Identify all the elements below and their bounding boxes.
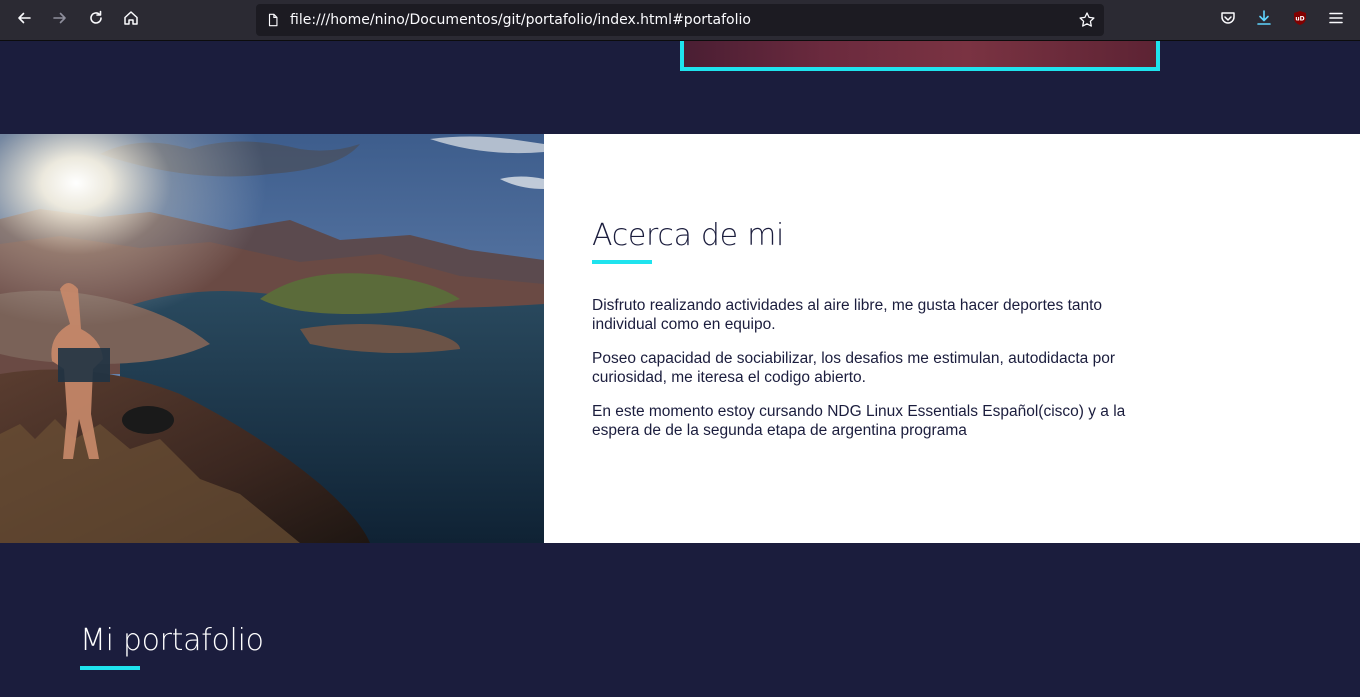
portfolio-title: Mi portafolio: [80, 623, 264, 658]
back-button[interactable]: [10, 6, 38, 34]
landscape-photo: [0, 134, 544, 543]
page-content: Acerca de mi Disfruto realizando activid…: [0, 41, 1360, 697]
page-icon: [264, 11, 282, 29]
home-icon: [122, 9, 140, 31]
reload-icon: [87, 9, 105, 31]
about-title-underline: [592, 260, 652, 264]
star-icon[interactable]: [1076, 9, 1098, 31]
reload-button[interactable]: [82, 6, 110, 34]
download-icon: [1255, 9, 1273, 31]
hamburger-menu-icon: [1327, 9, 1345, 31]
ublock-badge-text: uD: [1295, 16, 1304, 23]
about-title: Acerca de mi: [592, 218, 785, 253]
ublock-origin-icon: uD: [1291, 9, 1309, 31]
forward-arrow-icon: [51, 9, 69, 31]
downloads-button[interactable]: [1250, 6, 1278, 34]
menu-button[interactable]: [1322, 6, 1350, 34]
home-button[interactable]: [117, 6, 145, 34]
url-text[interactable]: file:///home/nino/Documentos/git/portafo…: [290, 4, 751, 36]
browser-toolbar: file:///home/nino/Documentos/git/portafo…: [0, 0, 1360, 41]
url-bar[interactable]: file:///home/nino/Documentos/git/portafo…: [256, 4, 1104, 36]
ublock-origin-button[interactable]: uD: [1286, 6, 1314, 34]
about-photo: [0, 134, 544, 543]
pocket-button[interactable]: [1214, 6, 1242, 34]
about-paragraph: Poseo capacidad de sociabilizar, los des…: [592, 350, 1116, 386]
back-arrow-icon: [15, 9, 33, 31]
portfolio-title-underline: [80, 666, 140, 670]
forward-button[interactable]: [46, 6, 74, 34]
about-paragraph: Disfruto realizando actividades al aire …: [592, 297, 1103, 333]
hero-photo-frame: [680, 41, 1160, 71]
about-paragraphs: Disfruto realizando actividades al aire …: [592, 296, 1152, 440]
about-section: Acerca de mi Disfruto realizando activid…: [0, 134, 1360, 543]
about-paragraph: En este momento estoy cursando NDG Linux…: [592, 403, 1126, 439]
about-content: Acerca de mi Disfruto realizando activid…: [592, 216, 1152, 455]
pocket-icon: [1219, 9, 1237, 31]
